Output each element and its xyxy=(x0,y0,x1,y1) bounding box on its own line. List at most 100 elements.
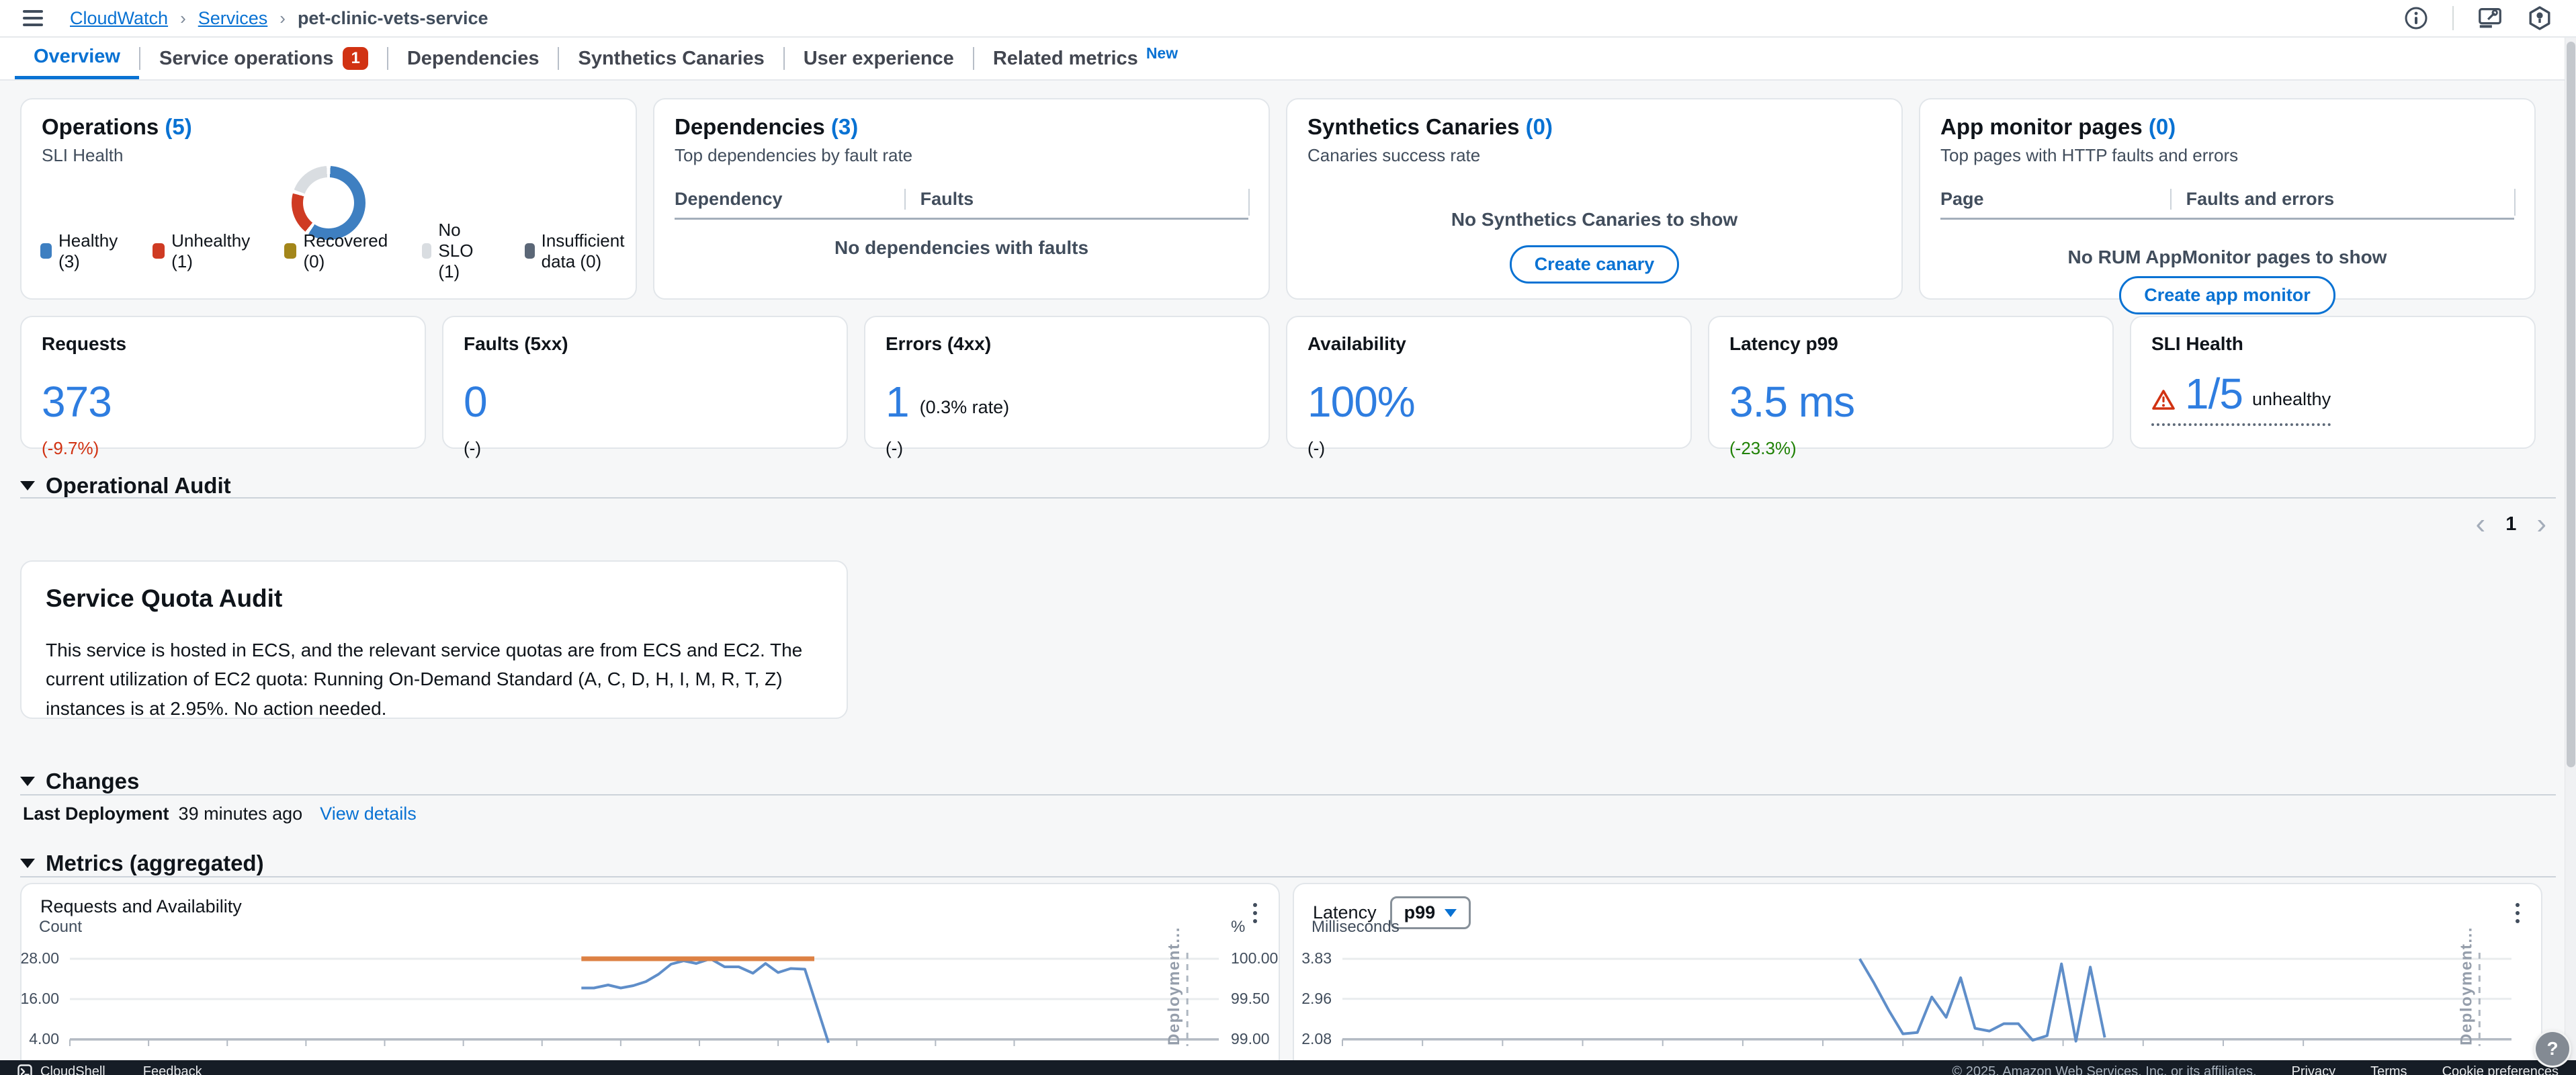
deployment-marker-label: Deployment... xyxy=(2457,927,2475,1045)
legend-swatch xyxy=(40,243,52,259)
help-button[interactable]: ? xyxy=(2536,1032,2569,1066)
sli-health-status: unhealthy xyxy=(2252,389,2331,415)
app-monitor-card-subtitle: Top pages with HTTP faults and errors xyxy=(1940,145,2514,166)
legend-item-insufficient-data: Insufficient data (0) xyxy=(525,230,636,272)
warning-icon xyxy=(2151,388,2176,415)
dependencies-count[interactable]: (3) xyxy=(831,114,858,139)
tab-overview[interactable]: Overview xyxy=(15,38,139,79)
create-app-monitor-button[interactable]: Create app monitor xyxy=(2119,276,2335,314)
top-navigation-bar: CloudWatch › Services › pet-clinic-vets-… xyxy=(0,0,2576,38)
y-axis-tick-label: 4.00 xyxy=(13,1030,59,1048)
kpi-label: Latency p99 xyxy=(1729,333,2092,355)
legend-item-no-slo: No SLO (1) xyxy=(422,220,494,282)
legend-swatch xyxy=(284,243,296,259)
right-y-axis-unit-label: % xyxy=(1231,918,1245,937)
latency-value: 3.5 ms xyxy=(1729,380,1854,423)
collapse-caret-icon xyxy=(20,859,35,868)
operations-card-title: Operations (5) xyxy=(42,114,615,140)
hamburger-menu-icon[interactable] xyxy=(23,10,43,26)
console-footer-bar: CloudShell Feedback © 2025, Amazon Web S… xyxy=(0,1060,2576,1075)
synthetics-empty-state: No Synthetics Canaries to show xyxy=(1307,209,1881,230)
operations-count[interactable]: (5) xyxy=(165,114,191,139)
chart-actions-kebab-icon[interactable] xyxy=(2511,899,2524,927)
column-divider xyxy=(2514,189,2516,216)
next-page-arrow[interactable]: › xyxy=(2536,511,2546,538)
legend-item-healthy: Healthy (3) xyxy=(40,230,122,272)
app-monitor-card-title: App monitor pages (0) xyxy=(1940,114,2514,140)
operational-audit-section-header[interactable]: Operational Audit xyxy=(20,473,231,499)
y-axis-tick-label: 28.00 xyxy=(13,949,59,968)
audit-pagination: ‹ 1 › xyxy=(2476,511,2546,538)
dependencies-card-subtitle: Top dependencies by fault rate xyxy=(675,145,1248,166)
devtools-icon[interactable] xyxy=(2477,5,2503,32)
tab-synthetics-canaries[interactable]: Synthetics Canaries xyxy=(559,38,783,79)
y-axis-unit-label: Count xyxy=(39,918,82,937)
feedback-button[interactable]: Feedback xyxy=(143,1064,202,1075)
metrics-section-header[interactable]: Metrics (aggregated) xyxy=(20,851,264,876)
sli-health-value: 1/5 xyxy=(2185,372,2243,415)
column-faults: Faults xyxy=(904,189,1248,210)
synthetics-card-title: Synthetics Canaries (0) xyxy=(1307,114,1881,140)
app-monitor-pages-card: App monitor pages (0) Top pages with HTT… xyxy=(1919,98,2536,300)
breadcrumb-separator: › xyxy=(280,8,286,29)
breadcrumb-separator: › xyxy=(180,8,186,29)
breadcrumb-services[interactable]: Services xyxy=(198,8,268,29)
chart-actions-kebab-icon[interactable] xyxy=(1249,899,1261,927)
copyright-text: © 2025, Amazon Web Services, Inc. or its… xyxy=(1952,1064,2256,1075)
right-y-axis-tick-label: 99.50 xyxy=(1231,990,1270,1008)
errors-value: 1 xyxy=(886,380,909,423)
current-page-number[interactable]: 1 xyxy=(2505,513,2516,535)
breadcrumb-cloudwatch[interactable]: CloudWatch xyxy=(70,8,168,29)
requests-kpi-card: Requests 373 (-9.7%) xyxy=(20,316,426,449)
info-icon[interactable] xyxy=(2403,5,2430,32)
terms-link[interactable]: Terms xyxy=(2370,1064,2407,1075)
legend-item-unhealthy: Unhealthy (1) xyxy=(153,230,253,272)
y-axis-tick-label: 16.00 xyxy=(13,990,59,1008)
tab-dependencies[interactable]: Dependencies xyxy=(388,38,558,79)
section-divider xyxy=(20,876,2556,877)
changes-section-header[interactable]: Changes xyxy=(20,769,139,794)
sli-health-legend: Healthy (3) Unhealthy (1) Recovered (0) … xyxy=(40,220,636,282)
cookie-preferences-link[interactable]: Cookie preferences xyxy=(2442,1064,2559,1075)
dependencies-card-title: Dependencies (3) xyxy=(675,114,1248,140)
y-axis-tick-label: 3.83 xyxy=(1286,949,1332,968)
view-details-link[interactable]: View details xyxy=(320,804,417,824)
requests-trend: (-9.7%) xyxy=(42,438,404,459)
cloudshell-button[interactable]: CloudShell xyxy=(17,1064,105,1075)
requests-value: 373 xyxy=(42,380,112,423)
create-canary-button[interactable]: Create canary xyxy=(1510,245,1680,284)
tab-service-operations[interactable]: Service operations1 xyxy=(140,38,387,79)
tab-related-metrics[interactable]: Related metricsNew xyxy=(974,38,1197,79)
dependencies-empty-state: No dependencies with faults xyxy=(675,237,1248,259)
availability-kpi-card: Availability 100% (-) xyxy=(1286,316,1692,449)
service-quota-audit-card: Service Quota Audit This service is host… xyxy=(20,560,848,719)
cloudshell-terminal-icon xyxy=(17,1064,32,1075)
sli-health-popover-trigger[interactable]: 1/5 unhealthy xyxy=(2151,372,2331,426)
errors-rate: (0.3% rate) xyxy=(920,397,1010,423)
dependencies-card: Dependencies (3) Top dependencies by fau… xyxy=(653,98,1270,300)
last-deployment-row: Last Deployment 39 minutes ago View deta… xyxy=(23,804,417,824)
faults-value: 0 xyxy=(464,380,487,423)
previous-page-arrow[interactable]: ‹ xyxy=(2476,511,2486,538)
kpi-label: Faults (5xx) xyxy=(464,333,826,355)
percentile-dropdown[interactable]: p99 xyxy=(1390,896,1471,929)
breadcrumb: CloudWatch › Services › pet-clinic-vets-… xyxy=(70,8,488,29)
column-divider xyxy=(1248,189,1250,216)
vertical-scrollbar xyxy=(2565,38,2576,1060)
app-monitor-count[interactable]: (0) xyxy=(2149,114,2176,139)
privacy-link[interactable]: Privacy xyxy=(2292,1064,2336,1075)
service-quota-audit-body: This service is hosted in ECS, and the r… xyxy=(46,636,822,723)
scrollbar-thumb[interactable] xyxy=(2567,42,2575,767)
legend-swatch xyxy=(525,243,535,259)
chevron-down-icon xyxy=(1445,909,1457,917)
column-dependency: Dependency xyxy=(675,189,904,210)
synthetics-count[interactable]: (0) xyxy=(1526,114,1553,139)
collapse-caret-icon xyxy=(20,481,35,490)
legend-swatch xyxy=(153,243,165,259)
tab-user-experience[interactable]: User experience xyxy=(785,38,973,79)
service-quota-audit-title: Service Quota Audit xyxy=(46,585,822,613)
breadcrumb-current-service: pet-clinic-vets-service xyxy=(298,8,488,29)
y-axis-unit-label: Milliseconds xyxy=(1312,918,1400,937)
legend-swatch xyxy=(422,243,431,259)
settings-icon[interactable] xyxy=(2526,5,2553,32)
